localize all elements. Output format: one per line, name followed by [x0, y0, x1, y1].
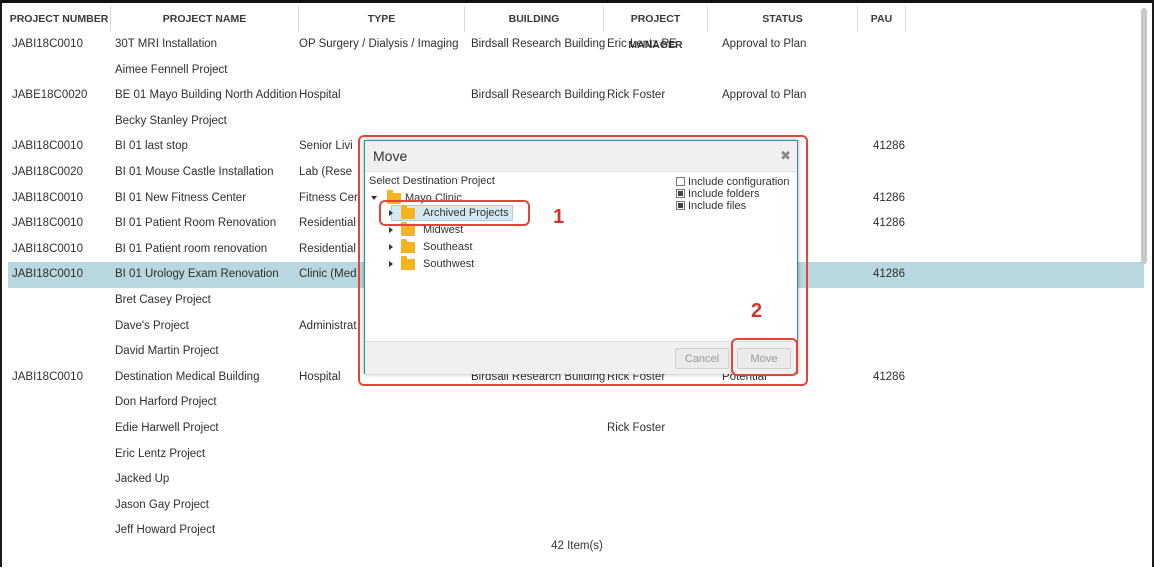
cell-building: Birdsall Research Building [471, 38, 605, 50]
cell-project-number: JABI18C0020 [12, 166, 83, 178]
cell-project-name: David Martin Project [115, 345, 219, 358]
table-row[interactable]: Becky Stanley Project [8, 109, 1144, 135]
table-row[interactable]: JABI18C0010 30T MRI Installation OP Surger… [8, 32, 1144, 58]
table-row[interactable]: Eric Lentz Project [8, 442, 1144, 468]
move-button-highlight [731, 338, 798, 376]
step-2-callout: 2 [751, 300, 763, 322]
cell-project-name: 30T MRI Installation [115, 38, 218, 50]
column-header-project-manager[interactable]: PROJECT MANAGER [604, 6, 708, 51]
table-row[interactable]: Aimee Fennell Project [8, 58, 1144, 84]
table-row[interactable]: Jason Gay Project [8, 493, 1144, 519]
column-header-pau[interactable]: PAU [858, 6, 906, 32]
cell-project-name: Aimee Fennell Project [115, 63, 228, 76]
column-header-project-name[interactable]: PROJECT NAME [111, 6, 299, 32]
cell-pau: 41286 [873, 370, 905, 383]
cell-project-name: BI 01 Patient Room Renovation [115, 217, 277, 230]
cell-project-name: Dave's Project [115, 319, 189, 332]
cell-project-number: JABI18C0010 [12, 370, 83, 383]
vertical-scrollbar[interactable] [1140, 8, 1148, 548]
cell-project-number: JABI18C0010 [12, 140, 83, 153]
cell-project-number: JABI18C0010 [12, 38, 83, 50]
cell-project-number: JABI18C0010 [12, 268, 83, 281]
item-count: 42 Item(s) [551, 540, 603, 552]
cell-project-number: JABE18C0020 [12, 89, 88, 102]
cell-type: Hospital [299, 89, 341, 102]
table-header: PROJECT NUMBER PROJECT NAME TYPE BUILDIN… [8, 6, 1144, 51]
scrollbar-thumb[interactable] [1141, 8, 1147, 264]
cell-pau: 41286 [873, 268, 905, 281]
archived-projects-highlight [379, 200, 530, 226]
cell-status: Approval to Plan [722, 38, 807, 50]
cell-project-name: BE 01 Mayo Building North Addition [115, 89, 298, 102]
table-row[interactable]: Edie Harwell Project Rick Foster [8, 416, 1144, 442]
cell-status: Approval to Plan [722, 89, 807, 102]
table-row[interactable]: JABE18C0020 BE 01 Mayo Building North Add… [8, 83, 1144, 109]
cell-project-number: JABI18C0010 [12, 242, 83, 255]
cell-project-name: Becky Stanley Project [115, 114, 227, 127]
cell-project-name: BI 01 Mouse Castle Installation [115, 166, 274, 178]
cell-project-name: BI 01 New Fitness Center [115, 191, 247, 204]
cell-project-manager: Rick Foster [607, 422, 666, 434]
cell-project-name: Bret Casey Project [115, 294, 211, 306]
cell-project-name: Jacked Up [115, 473, 170, 486]
cell-project-name: Edie Harwell Project [115, 422, 219, 434]
cell-project-name: Jason Gay Project [115, 498, 209, 511]
cell-project-manager: Eric Lentz PE [607, 38, 677, 50]
cell-building: Birdsall Research Building [471, 89, 605, 102]
table-row[interactable]: Jacked Up [8, 467, 1144, 493]
column-header-type[interactable]: TYPE [299, 6, 465, 32]
column-header-status[interactable]: STATUS [708, 6, 858, 32]
cell-pau: 41286 [873, 191, 905, 204]
cell-pau: 41286 [873, 217, 905, 230]
step-1-callout: 1 [553, 206, 565, 228]
cell-project-number: JABI18C0010 [12, 217, 83, 230]
cell-project-name: BI 01 Patient room renovation [115, 242, 268, 255]
cell-project-name: Eric Lentz Project [115, 447, 206, 460]
column-header-project-number[interactable]: PROJECT NUMBER [8, 6, 111, 32]
table-row[interactable]: Don Harford Project [8, 390, 1144, 416]
cell-project-name: Destination Medical Building [115, 370, 260, 383]
column-header-building[interactable]: BUILDING [465, 6, 604, 32]
cell-project-name: Don Harford Project [115, 396, 217, 409]
cell-project-name: BI 01 Urology Exam Renovation [115, 268, 279, 281]
cell-type: OP Surgery / Dialysis / Imaging [299, 38, 459, 50]
cell-pau: 41286 [873, 140, 905, 153]
cell-project-name: BI 01 last stop [115, 140, 188, 153]
cell-project-manager: Rick Foster [607, 89, 666, 102]
cell-project-number: JABI18C0010 [12, 191, 83, 204]
